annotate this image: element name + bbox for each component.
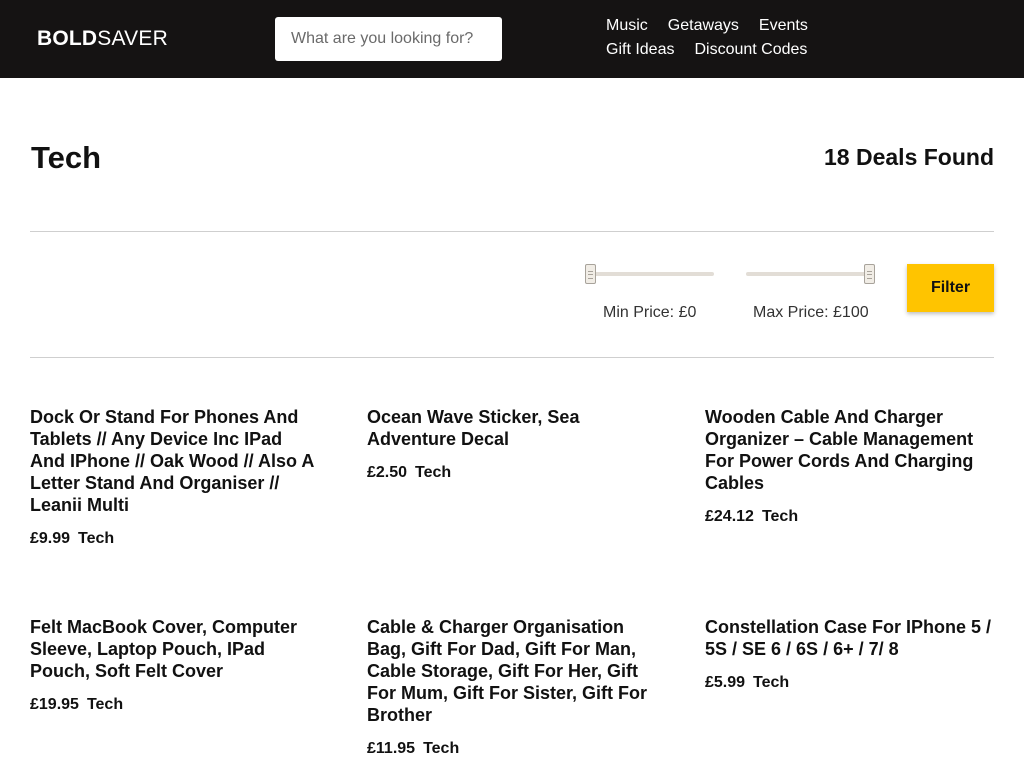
deal-title-link[interactable]: Cable & Charger Organisation Bag, Gift F… — [367, 616, 657, 726]
nav-item-discount-codes[interactable]: Discount Codes — [694, 38, 807, 62]
deal-card: Wooden Cable And Charger Organizer – Cab… — [705, 406, 995, 526]
deal-category[interactable]: Tech — [78, 530, 114, 547]
deal-price: £2.50 — [367, 464, 408, 481]
deal-meta: £24.12 Tech — [705, 508, 995, 526]
logo-light-text: SAVER — [97, 27, 168, 50]
deal-card: Ocean Wave Sticker, Sea Adventure Decal … — [367, 406, 657, 482]
min-price-track — [585, 272, 714, 276]
min-price-handle[interactable] — [585, 264, 596, 284]
search-input[interactable] — [275, 17, 502, 61]
deal-card: Constellation Case For IPhone 5 / 5S / S… — [705, 616, 995, 692]
deal-price: £19.95 — [30, 696, 79, 713]
deal-card: Dock Or Stand For Phones And Tablets // … — [30, 406, 320, 548]
site-logo[interactable]: BOLDSAVER — [37, 27, 168, 51]
deal-category[interactable]: Tech — [423, 740, 459, 757]
max-price-track — [746, 272, 875, 276]
top-navigation-bar: BOLDSAVER Music Getaways Events Gift Ideas D… — [0, 0, 1024, 78]
deal-title-link[interactable]: Dock Or Stand For Phones And Tablets // … — [30, 406, 320, 516]
deal-card: Felt MacBook Cover, Computer Sleeve, Lap… — [30, 616, 320, 714]
deal-price: £11.95 — [367, 740, 416, 757]
max-price-handle[interactable] — [864, 264, 875, 284]
deal-meta: £2.50 Tech — [367, 464, 657, 482]
nav-item-getaways[interactable]: Getaways — [668, 14, 739, 38]
max-price-label: Max Price: £100 — [753, 304, 869, 321]
divider-top — [30, 231, 994, 232]
deal-title-link[interactable]: Constellation Case For IPhone 5 / 5S / S… — [705, 616, 995, 660]
deal-meta: £11.95 Tech — [367, 740, 657, 758]
deal-category[interactable]: Tech — [415, 464, 451, 481]
deal-category[interactable]: Tech — [762, 508, 798, 525]
deal-title-link[interactable]: Ocean Wave Sticker, Sea Adventure Decal — [367, 406, 657, 450]
nav-item-gift-ideas-label: Gift Ideas — [606, 41, 675, 58]
nav-item-events[interactable]: Events — [759, 14, 808, 38]
deal-title-link[interactable]: Wooden Cable And Charger Organizer – Cab… — [705, 406, 995, 494]
max-price-slider[interactable] — [746, 264, 875, 284]
deal-meta: £9.99 Tech — [30, 530, 320, 548]
nav-item-gift-ideas[interactable]: Gift Ideas — [606, 38, 674, 62]
min-price-slider[interactable] — [585, 264, 714, 284]
main-nav: Music Getaways Events Gift Ideas Discount Co… — [596, 14, 896, 62]
deal-meta: £19.95 Tech — [30, 696, 320, 714]
deal-category[interactable]: Tech — [753, 674, 789, 691]
logo-bold-text: BOLD — [37, 27, 98, 50]
deal-price: £9.99 — [30, 530, 71, 547]
divider-bottom — [30, 357, 994, 358]
filter-button[interactable]: Filter — [907, 264, 994, 312]
deal-meta: £5.99 Tech — [705, 674, 995, 692]
deal-category[interactable]: Tech — [87, 696, 123, 713]
deal-price: £5.99 — [705, 674, 746, 691]
deal-count: 18 Deals Found — [824, 144, 994, 170]
deal-title-link[interactable]: Felt MacBook Cover, Computer Sleeve, Lap… — [30, 616, 320, 682]
deal-card: Cable & Charger Organisation Bag, Gift F… — [367, 616, 657, 758]
nav-item-music[interactable]: Music — [606, 14, 648, 38]
min-price-label: Min Price: £0 — [603, 304, 697, 321]
page-title: Tech — [31, 140, 102, 175]
deal-price: £24.12 — [705, 508, 754, 525]
